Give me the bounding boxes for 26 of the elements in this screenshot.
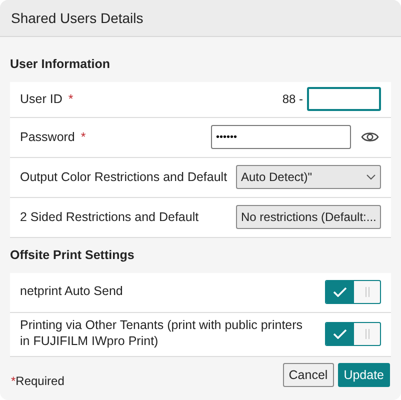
dropdown[interactable]: No restrictions (Default:... — [236, 205, 381, 230]
cancel-button[interactable]: Cancel — [282, 362, 334, 388]
field-label: User ID — [20, 92, 62, 106]
dropdown[interactable]: Auto Detect)" — [236, 165, 381, 190]
required-mark: * — [11, 374, 16, 388]
toggle-switch[interactable] — [325, 322, 381, 346]
section-title: User Information — [10, 56, 112, 73]
eye-icon[interactable] — [361, 131, 379, 144]
field-label: Output Color Restrictions and Default — [20, 170, 228, 184]
required-mark: * — [68, 92, 74, 106]
password-field[interactable]: •••••• — [211, 125, 351, 150]
required-mark: * — [80, 130, 86, 144]
field-label: netprint Auto Send — [20, 284, 123, 298]
field-label: 2 Sided Restrictions and Default — [20, 210, 199, 224]
update-button[interactable]: Update — [338, 362, 390, 388]
grip-icon — [364, 329, 370, 339]
field-label: Password — [20, 130, 75, 144]
id-prefix: 88 - — [282, 91, 303, 108]
required-note: Required — [16, 374, 64, 388]
grip-icon — [364, 287, 370, 297]
field-label: Printing via Other Tenants (print with public printers in FUJIFILM IWpro Print) — [20, 318, 303, 348]
user-id-field[interactable] — [307, 87, 381, 112]
section-title: Offsite Print Settings — [10, 246, 136, 264]
dialog-title: Shared Users Details — [11, 8, 144, 28]
toggle-switch[interactable] — [325, 280, 381, 304]
chevron-down-icon — [366, 174, 376, 180]
